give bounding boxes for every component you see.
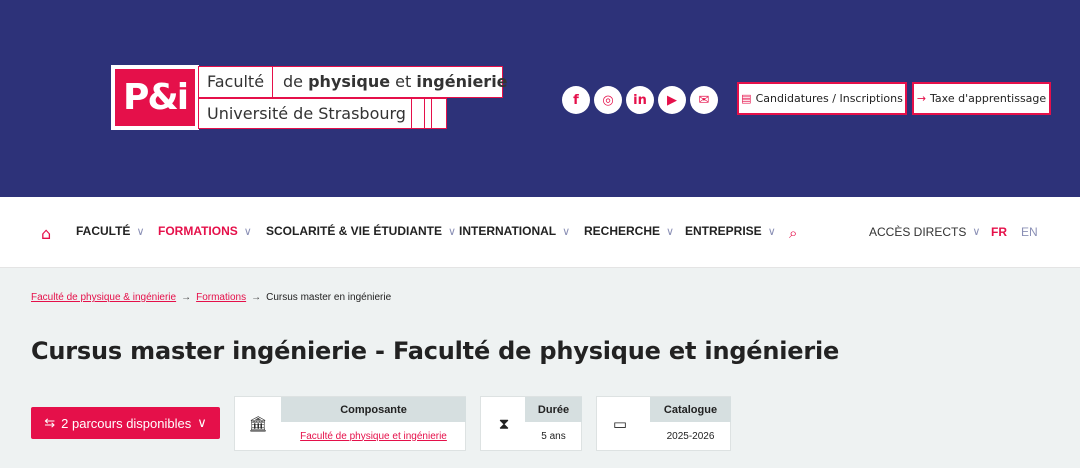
logo-divider xyxy=(424,99,425,129)
nav-item-label: FACULTÉ xyxy=(76,224,131,238)
chevron-down-icon: ∨ xyxy=(448,225,457,238)
nav-item-scolarite[interactable]: SCOLARITÉ & VIE ÉTUDIANTE ∨ xyxy=(266,224,456,238)
home-icon[interactable]: ⌂ xyxy=(41,224,51,243)
composante-link[interactable]: Faculté de physique et ingénierie xyxy=(300,431,447,442)
linkedin-icon[interactable]: in xyxy=(626,86,654,114)
logo-universite-text: Université de Strasbourg xyxy=(207,104,406,123)
nav-item-entreprise[interactable]: ENTREPRISE ∨ xyxy=(685,224,776,238)
breadcrumb-home-link[interactable]: Faculté de physique & ingénierie xyxy=(31,292,176,303)
acces-directs-menu[interactable]: ACCÈS DIRECTS ∨ xyxy=(869,225,980,239)
logo-divider xyxy=(431,99,432,129)
lang-fr-link[interactable]: FR xyxy=(991,225,1007,239)
composante-head: Composante xyxy=(281,397,466,422)
catalogue-card: ▭ Catalogue 2025-2026 xyxy=(596,396,731,451)
logo-divider xyxy=(411,99,412,129)
chevron-down-icon: ∨ xyxy=(136,225,145,238)
composante-value: Faculté de physique et ingénierie xyxy=(281,422,466,450)
podcast-icon[interactable]: ✉ xyxy=(690,86,718,114)
logo-divider xyxy=(272,67,273,98)
duree-head: Durée xyxy=(525,397,582,422)
parcours-dropdown-button[interactable]: ⇆ 2 parcours disponibles ∨ xyxy=(31,407,220,439)
nav-item-international[interactable]: INTERNATIONAL ∨ xyxy=(459,224,570,238)
nav-item-label: INTERNATIONAL xyxy=(459,224,557,238)
breadcrumb-current: Cursus master en ingénierie xyxy=(266,292,392,303)
chevron-down-icon: ∨ xyxy=(666,225,675,238)
logo-mark: P&i xyxy=(111,65,199,130)
candidatures-label: Candidatures / Inscriptions xyxy=(755,92,903,105)
search-icon[interactable]: ⌕ xyxy=(789,224,797,242)
breadcrumb: Faculté de physique & ingénierie → Forma… xyxy=(31,292,391,303)
chevron-down-icon: ∨ xyxy=(243,225,252,238)
facebook-icon[interactable]: f xyxy=(562,86,590,114)
lang-en-link[interactable]: EN xyxy=(1021,225,1038,239)
nav-item-recherche[interactable]: RECHERCHE ∨ xyxy=(584,224,674,238)
breadcrumb-formations-link[interactable]: Formations xyxy=(196,292,246,303)
book-icon: ▭ xyxy=(612,414,628,433)
taxe-label: Taxe d'apprentissage xyxy=(930,92,1047,105)
chevron-down-icon: ∨ xyxy=(197,415,207,430)
nav-item-label: FORMATIONS xyxy=(158,224,238,238)
document-icon: ▤ xyxy=(741,92,752,105)
arrow-right-icon: → xyxy=(181,292,192,303)
social-links: f ◎ in ▶ ✉ xyxy=(562,86,718,114)
hourglass-icon: ⧗ xyxy=(498,414,510,433)
nav-item-label: RECHERCHE xyxy=(584,224,661,238)
site-header: P&i Faculté de physique et ingénierie Un… xyxy=(0,0,1080,197)
nav-item-formations[interactable]: FORMATIONS ∨ xyxy=(158,224,252,238)
parcours-label: 2 parcours disponibles xyxy=(61,415,192,431)
nav-item-faculte[interactable]: FACULTÉ ∨ xyxy=(76,224,145,238)
arrow-right-icon: → xyxy=(916,92,927,105)
candidatures-button[interactable]: ▤ Candidatures / Inscriptions xyxy=(737,82,907,115)
logo-faculte-text: Faculté xyxy=(207,72,265,91)
logo-physique-text: de physique et ingénierie xyxy=(283,72,508,91)
nav-item-label: ENTREPRISE xyxy=(685,224,762,238)
catalogue-value: 2025-2026 xyxy=(666,430,715,442)
duree-card: ⧗ Durée 5 ans xyxy=(480,396,582,451)
institution-icon: 🏛 xyxy=(248,414,268,433)
logo-mark-text: P&i xyxy=(115,69,195,126)
composante-card: 🏛 Composante Faculté de physique et ingé… xyxy=(234,396,466,451)
chevron-down-icon: ∨ xyxy=(767,225,776,238)
chevron-down-icon: ∨ xyxy=(562,225,571,238)
catalogue-head: Catalogue xyxy=(650,397,731,422)
faculty-logo[interactable]: P&i Faculté de physique et ingénierie Un… xyxy=(111,65,508,130)
main-nav: ⌂ FACULTÉ ∨ FORMATIONS ∨ SCOLARITÉ & VIE É… xyxy=(0,197,1080,268)
acces-directs-label: ACCÈS DIRECTS xyxy=(869,225,967,239)
nav-item-label: SCOLARITÉ & VIE ÉTUDIANTE xyxy=(266,224,443,238)
youtube-icon[interactable]: ▶ xyxy=(658,86,686,114)
page-title: Cursus master ingénierie - Faculté de ph… xyxy=(31,337,840,365)
chevron-down-icon: ∨ xyxy=(972,226,981,238)
logo-university-box: Université de Strasbourg xyxy=(198,98,447,129)
instagram-icon[interactable]: ◎ xyxy=(594,86,622,114)
logo-faculty-box: Faculté de physique et ingénierie xyxy=(198,66,508,98)
arrow-right-icon: → xyxy=(251,292,262,303)
route-icon: ⇆ xyxy=(44,415,56,430)
taxe-button[interactable]: → Taxe d'apprentissage xyxy=(912,82,1051,115)
duree-value: 5 ans xyxy=(541,430,566,442)
